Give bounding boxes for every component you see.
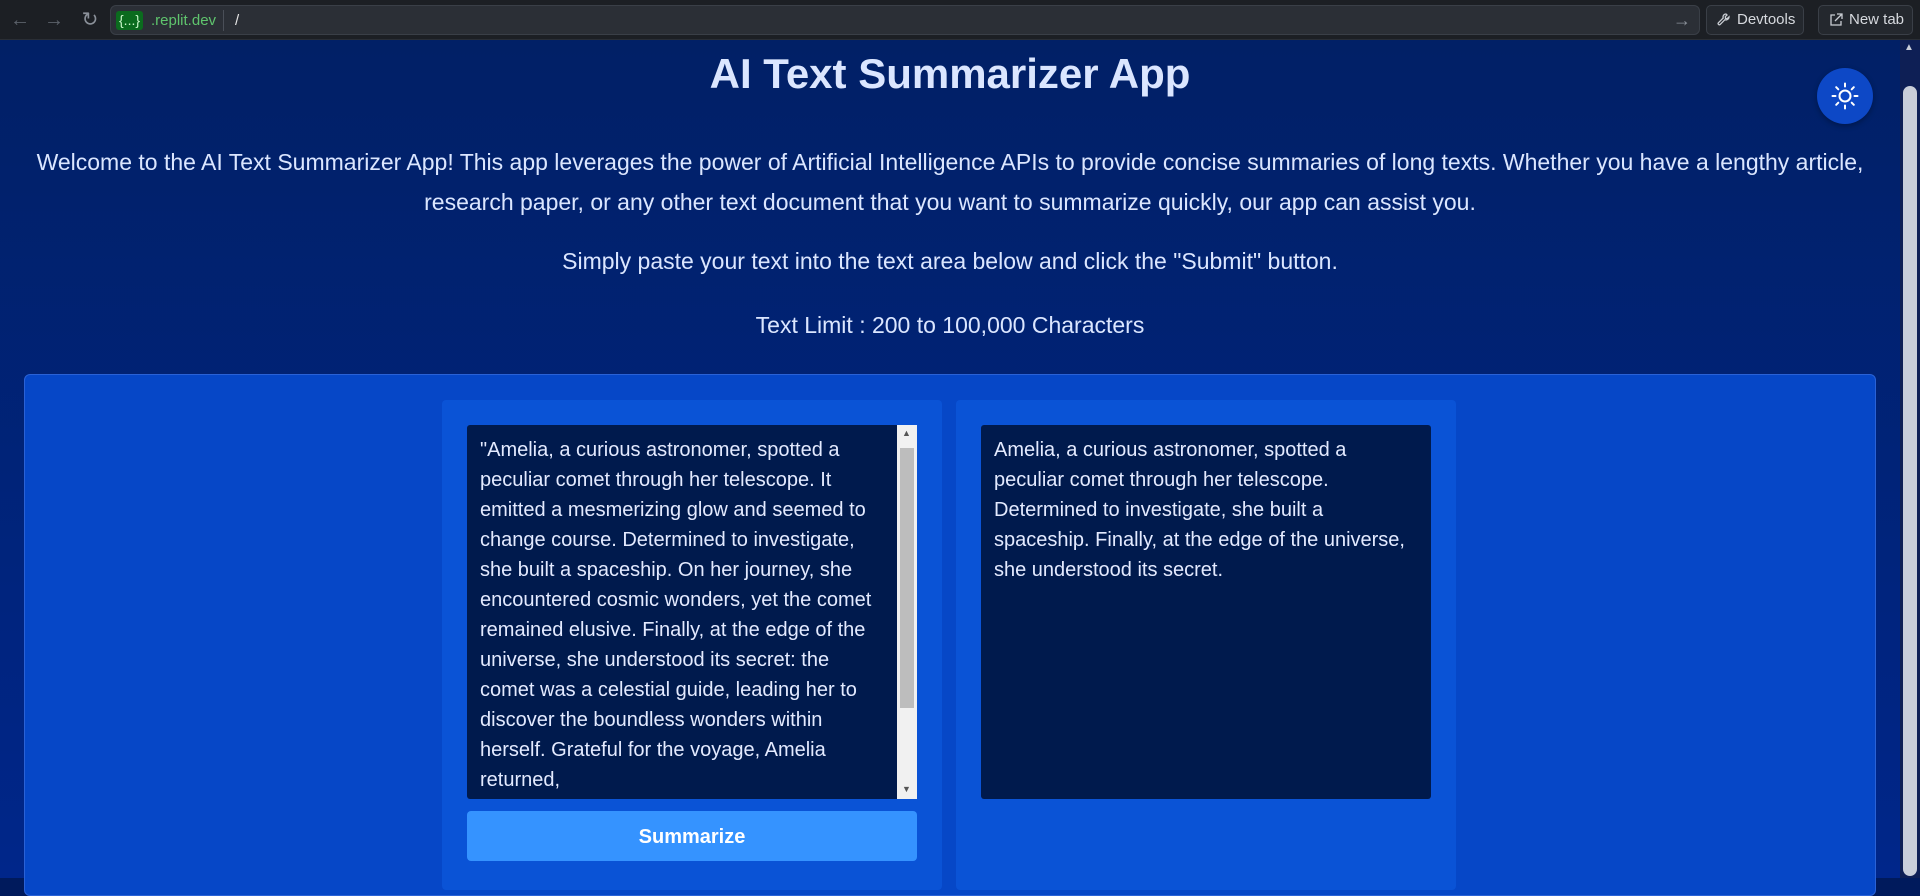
url-divider: [223, 10, 224, 31]
url-host: .replit.dev: [151, 12, 217, 29]
go-arrow-icon[interactable]: →: [1673, 9, 1691, 31]
instructions-text: Simply paste your text into the text are…: [562, 248, 1338, 274]
devtools-label: Devtools: [1737, 11, 1796, 28]
external-link-icon: [1830, 13, 1843, 26]
address-bar[interactable]: {...} .replit.dev / →: [110, 5, 1700, 35]
forward-icon[interactable]: →: [42, 8, 66, 32]
text-limit: Text Limit : 200 to 100,000 Characters: [755, 312, 1145, 338]
page-scrollbar-thumb[interactable]: [1903, 86, 1917, 876]
summarizer-panel: [24, 374, 1876, 896]
intro-text: Welcome to the AI Text Summarizer App! T…: [36, 149, 1864, 215]
theme-toggle-button[interactable]: [1817, 68, 1873, 124]
textarea-scroll-up-icon[interactable]: ▲: [902, 428, 911, 438]
textarea-scrollbar-thumb[interactable]: [900, 448, 914, 708]
page-title: AI Text Summarizer App: [709, 50, 1191, 97]
wrench-icon: [1717, 13, 1730, 26]
browser-toolbar: ← → ↻ {...} .replit.dev / → Devtools New…: [0, 0, 1920, 40]
new-tab-label: New tab: [1849, 11, 1905, 28]
url-path[interactable]: /: [235, 11, 239, 30]
devtools-button[interactable]: Devtools: [1706, 5, 1805, 35]
url-host-badge: {...}: [116, 11, 144, 30]
textarea-scroll-down-icon[interactable]: ▼: [902, 784, 911, 794]
back-icon[interactable]: ←: [8, 8, 32, 32]
reload-icon[interactable]: ↻: [78, 8, 102, 32]
scroll-up-icon[interactable]: ▲: [1904, 42, 1914, 53]
summary-output: Amelia, a curious astronomer, spotted a …: [981, 425, 1431, 799]
input-textarea[interactable]: "Amelia, a curious astronomer, spotted a…: [467, 425, 917, 799]
sun-icon: [1831, 82, 1859, 110]
new-tab-button[interactable]: New tab: [1818, 5, 1914, 35]
summarize-button[interactable]: Summarize: [467, 811, 917, 861]
